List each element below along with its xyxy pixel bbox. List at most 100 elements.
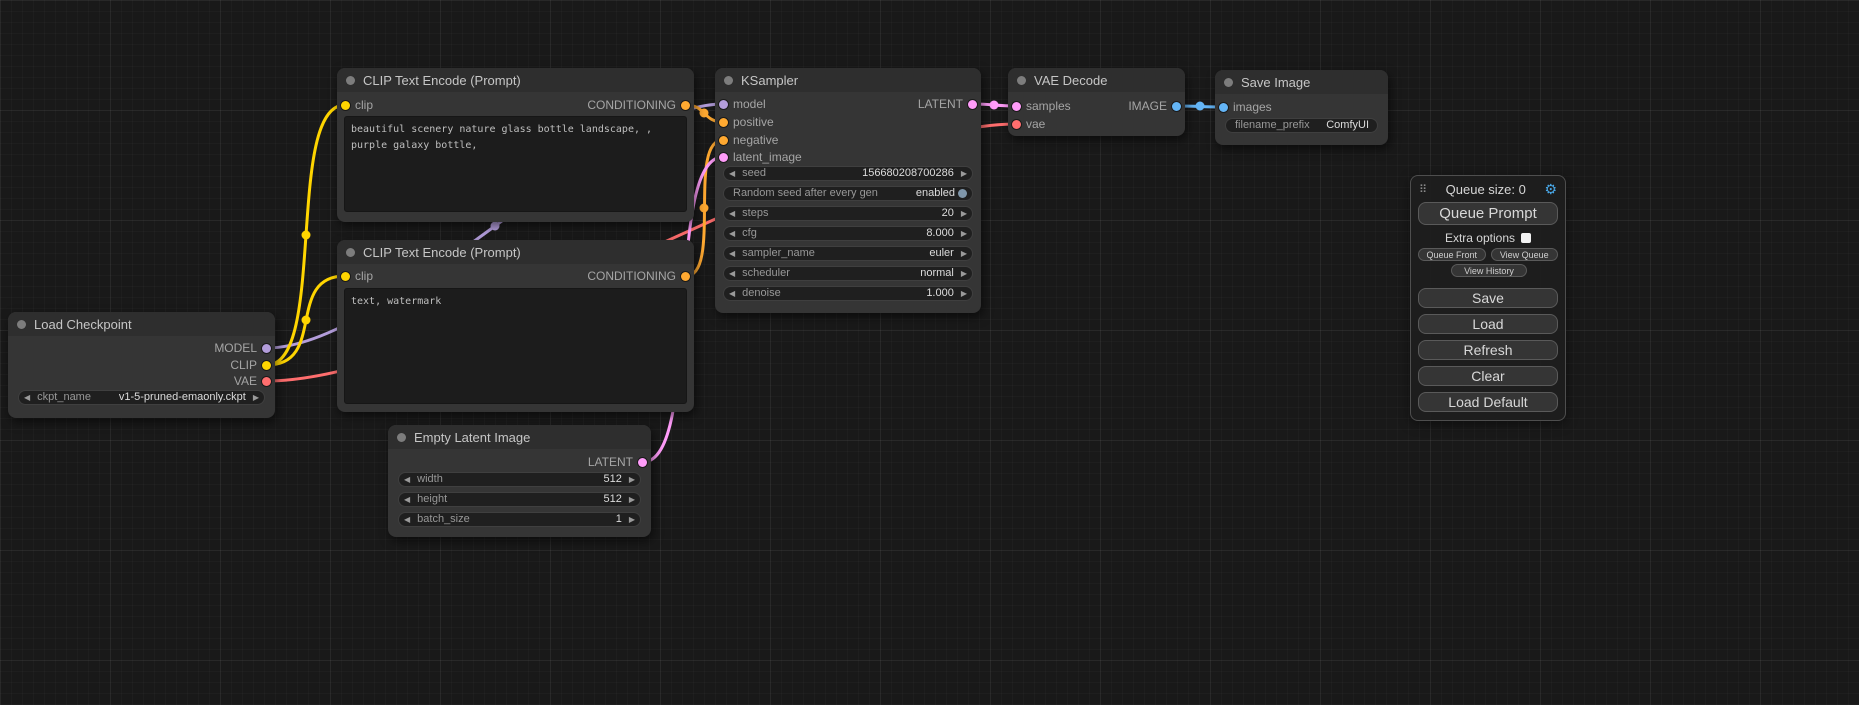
output-slot-vae[interactable]: VAE — [234, 373, 271, 389]
extra-options-checkbox[interactable] — [1521, 233, 1531, 243]
widget-filename-prefix[interactable]: filename_prefix ComfyUI — [1225, 118, 1378, 133]
widget-scheduler[interactable]: ◀ scheduler normal ▶ — [723, 266, 973, 281]
load-button[interactable]: Load — [1418, 314, 1558, 334]
decrement-arrow-icon[interactable]: ◀ — [404, 476, 410, 484]
increment-arrow-icon[interactable]: ▶ — [629, 496, 635, 504]
output-slot-latent[interactable]: LATENT — [918, 96, 977, 112]
input-slot-clip[interactable]: clip — [341, 97, 373, 113]
input-dot-samples[interactable] — [1012, 102, 1021, 111]
input-slot-model[interactable]: model — [719, 96, 766, 112]
queue-prompt-button[interactable]: Queue Prompt — [1418, 202, 1558, 225]
node-clip-text-encode-positive[interactable]: CLIP Text Encode (Prompt) clip CONDITION… — [337, 68, 694, 222]
decrement-arrow-icon[interactable]: ◀ — [729, 210, 735, 218]
input-slot-vae[interactable]: vae — [1012, 116, 1045, 132]
decrement-arrow-icon[interactable]: ◀ — [404, 516, 410, 524]
node-ksampler[interactable]: KSampler model positive negative latent_… — [715, 68, 981, 313]
wire-midpoint-dot-latent-output[interactable] — [990, 101, 999, 110]
input-slot-images[interactable]: images — [1219, 99, 1272, 115]
increment-arrow-icon[interactable]: ▶ — [961, 250, 967, 258]
collapse-dot-icon[interactable] — [346, 248, 355, 257]
input-dot-negative[interactable] — [719, 136, 728, 145]
decrement-arrow-icon[interactable]: ◀ — [24, 394, 30, 402]
load-default-button[interactable]: Load Default — [1418, 392, 1558, 412]
save-button[interactable]: Save — [1418, 288, 1558, 308]
input-slot-clip[interactable]: clip — [341, 268, 373, 284]
input-slot-negative[interactable]: negative — [719, 132, 778, 148]
widget-batch-size[interactable]: ◀ batch_size 1 ▶ — [398, 512, 641, 527]
node-title-bar[interactable]: CLIP Text Encode (Prompt) — [337, 240, 694, 264]
input-dot-latent-image[interactable] — [719, 153, 728, 162]
increment-arrow-icon[interactable]: ▶ — [253, 394, 259, 402]
wire-midpoint-dot-clip-negative[interactable] — [302, 316, 311, 325]
increment-arrow-icon[interactable]: ▶ — [961, 230, 967, 238]
node-graph-canvas[interactable]: Load Checkpoint MODEL CLIP VAE ◀ ckpt_na… — [0, 0, 1859, 705]
node-title-bar[interactable]: CLIP Text Encode (Prompt) — [337, 68, 694, 92]
input-dot-images[interactable] — [1219, 103, 1228, 112]
output-slot-conditioning[interactable]: CONDITIONING — [587, 97, 690, 113]
decrement-arrow-icon[interactable]: ◀ — [729, 170, 735, 178]
collapse-dot-icon[interactable] — [397, 433, 406, 442]
increment-arrow-icon[interactable]: ▶ — [629, 516, 635, 524]
queue-front-button[interactable]: Queue Front — [1418, 248, 1486, 261]
node-title-bar[interactable]: VAE Decode — [1008, 68, 1185, 92]
wire-midpoint-dot-clip-positive[interactable] — [302, 231, 311, 240]
queue-panel-header[interactable]: ⠿ Queue size: 0 ⚙ — [1419, 180, 1557, 198]
output-slot-clip[interactable]: CLIP — [230, 357, 271, 373]
drag-handle-icon[interactable]: ⠿ — [1419, 183, 1427, 196]
collapse-dot-icon[interactable] — [724, 76, 733, 85]
widget-steps[interactable]: ◀ steps 20 ▶ — [723, 206, 973, 221]
widget-random-seed-toggle[interactable]: Random seed after every gen enabled — [723, 186, 973, 201]
collapse-dot-icon[interactable] — [346, 76, 355, 85]
output-dot-conditioning[interactable] — [681, 272, 690, 281]
node-save-image[interactable]: Save Image images filename_prefix ComfyU… — [1215, 70, 1388, 145]
increment-arrow-icon[interactable]: ▶ — [961, 290, 967, 298]
input-slot-positive[interactable]: positive — [719, 114, 774, 130]
input-slot-samples[interactable]: samples — [1012, 98, 1071, 114]
input-dot-model[interactable] — [719, 100, 728, 109]
wire-midpoint-dot-conditioning-positive[interactable] — [700, 109, 709, 118]
node-title-bar[interactable]: Empty Latent Image — [388, 425, 651, 449]
node-title-bar[interactable]: Load Checkpoint — [8, 312, 275, 336]
output-slot-latent[interactable]: LATENT — [588, 454, 647, 470]
wire-midpoint-dot-model[interactable] — [491, 222, 500, 231]
decrement-arrow-icon[interactable]: ◀ — [729, 250, 735, 258]
increment-arrow-icon[interactable]: ▶ — [629, 476, 635, 484]
decrement-arrow-icon[interactable]: ◀ — [729, 230, 735, 238]
prompt-textarea[interactable]: text, watermark — [344, 288, 687, 404]
output-dot-image[interactable] — [1172, 102, 1181, 111]
output-dot-conditioning[interactable] — [681, 101, 690, 110]
wire-midpoint-dot-conditioning-negative[interactable] — [700, 204, 709, 213]
prompt-textarea[interactable]: beautiful scenery nature glass bottle la… — [344, 116, 687, 212]
widget-ckpt-name[interactable]: ◀ ckpt_name v1-5-pruned-emaonly.ckpt ▶ — [18, 390, 265, 405]
clear-button[interactable]: Clear — [1418, 366, 1558, 386]
node-load-checkpoint[interactable]: Load Checkpoint MODEL CLIP VAE ◀ ckpt_na… — [8, 312, 275, 418]
wire-midpoint-dot-image[interactable] — [1196, 102, 1205, 111]
widget-height[interactable]: ◀ height 512 ▶ — [398, 492, 641, 507]
node-title-bar[interactable]: KSampler — [715, 68, 981, 92]
input-dot-clip[interactable] — [341, 272, 350, 281]
output-slot-image[interactable]: IMAGE — [1128, 98, 1181, 114]
collapse-dot-icon[interactable] — [1224, 78, 1233, 87]
refresh-button[interactable]: Refresh — [1418, 340, 1558, 360]
output-dot-latent[interactable] — [638, 458, 647, 467]
decrement-arrow-icon[interactable]: ◀ — [729, 290, 735, 298]
widget-denoise[interactable]: ◀ denoise 1.000 ▶ — [723, 286, 973, 301]
input-dot-positive[interactable] — [719, 118, 728, 127]
output-dot-latent[interactable] — [968, 100, 977, 109]
node-clip-text-encode-negative[interactable]: CLIP Text Encode (Prompt) clip CONDITION… — [337, 240, 694, 412]
increment-arrow-icon[interactable]: ▶ — [961, 170, 967, 178]
widget-width[interactable]: ◀ width 512 ▶ — [398, 472, 641, 487]
toggle-knob-icon[interactable] — [958, 189, 967, 198]
node-title-bar[interactable]: Save Image — [1215, 70, 1388, 94]
node-empty-latent-image[interactable]: Empty Latent Image LATENT ◀ width 512 ▶ … — [388, 425, 651, 537]
output-dot-model[interactable] — [262, 344, 271, 353]
collapse-dot-icon[interactable] — [1017, 76, 1026, 85]
widget-cfg[interactable]: ◀ cfg 8.000 ▶ — [723, 226, 973, 241]
output-dot-clip[interactable] — [262, 361, 271, 370]
widget-seed[interactable]: ◀ seed 156680208700286 ▶ — [723, 166, 973, 181]
increment-arrow-icon[interactable]: ▶ — [961, 210, 967, 218]
input-slot-latent-image[interactable]: latent_image — [719, 149, 802, 165]
view-queue-button[interactable]: View Queue — [1491, 248, 1559, 261]
input-dot-vae[interactable] — [1012, 120, 1021, 129]
view-history-button[interactable]: View History — [1451, 264, 1527, 277]
